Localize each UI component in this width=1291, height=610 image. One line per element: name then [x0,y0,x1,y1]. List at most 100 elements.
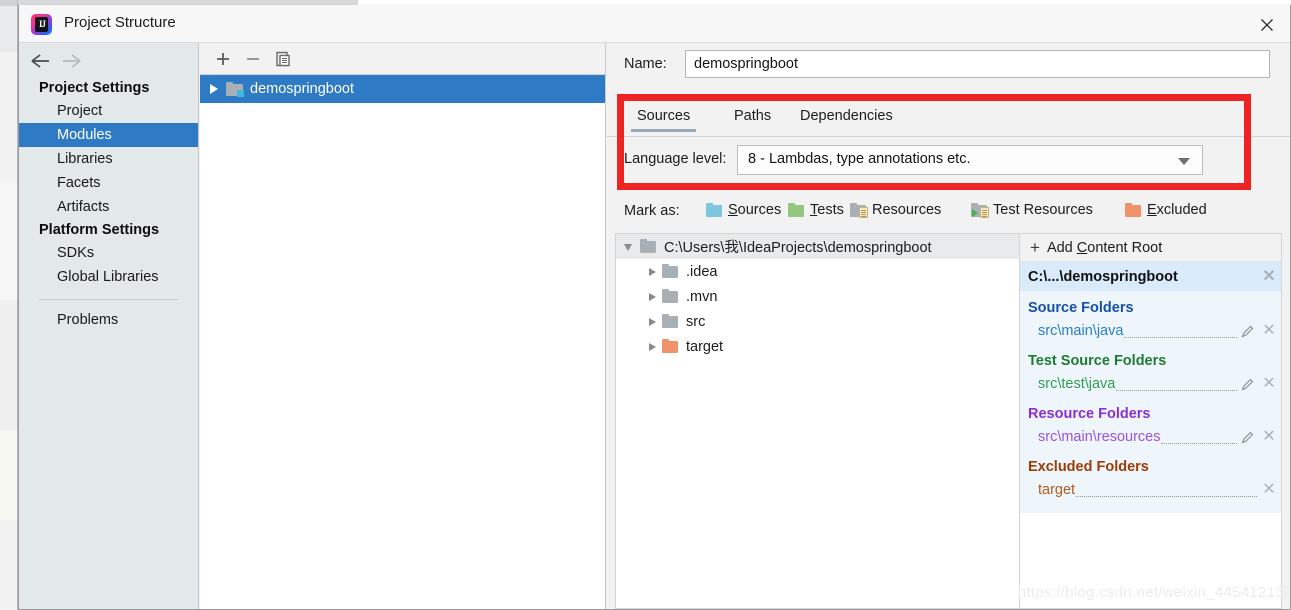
excluded-folder-icon [1125,202,1143,218]
sidebar-heading-platform-settings: Platform Settings [39,222,160,238]
group-heading-excluded-folders: Excluded Folders [1028,459,1149,475]
mark-as-resources-button[interactable]: Resources [850,202,941,218]
content-root-header[interactable]: C:\...\demospringboot ✕ [1020,262,1281,291]
tab-paths[interactable]: Paths [728,105,777,132]
test-resources-folder-icon [971,202,989,218]
excluded-folder-icon [662,339,680,354]
tree-row-label: target [686,338,724,355]
mark-as-resources-label: Resources [872,202,942,218]
dialog-titlebar: IJ Project Structure [19,5,1290,43]
mark-as-test-resources-button[interactable]: Test Resources [971,202,1093,218]
tree-row-idea[interactable]: .idea [616,259,1019,284]
mark-as-test-resources-label: Test Resources [993,202,1093,218]
tree-row-label: .idea [686,263,718,280]
module-name-row: Name: [607,43,1290,88]
pencil-icon[interactable] [1237,429,1257,445]
sources-lower-area: C:\Users\我\IdeaProjects\demospringboot .… [607,233,1290,609]
pencil-icon[interactable] [1237,376,1257,392]
copy-icon[interactable] [272,49,294,69]
minus-icon[interactable] [242,49,264,69]
content-root-path: C:\...\demospringboot [1028,268,1178,285]
module-folder-icon [226,81,244,97]
chevron-down-icon [1178,158,1190,165]
plus-icon: + [1030,237,1040,257]
module-name-label: Name: [624,56,667,72]
close-icon[interactable] [1244,5,1290,43]
group-heading-test-source-folders: Test Source Folders [1028,353,1167,369]
project-structure-dialog: IJ Project Structure Project Settings Pr… [18,5,1291,610]
module-detail-pane: Name: Sources Paths Dependencies Languag… [607,43,1290,609]
module-row-demospringboot[interactable]: demospringboot [200,75,605,103]
excluded-folder-path: target [1038,482,1076,498]
language-level-row: Language level: 8 - Lambdas, type annota… [607,143,1290,179]
folder-icon [640,239,658,254]
folder-icon [662,289,680,304]
chevron-right-icon[interactable] [644,314,660,330]
arrow-left-icon[interactable] [29,51,53,71]
resource-folder-path: src\main\resources [1038,429,1161,445]
tree-row-target[interactable]: target [616,334,1019,359]
tree-row-src[interactable]: src [616,309,1019,334]
settings-sidebar: Project Settings Project Modules Librari… [19,43,199,609]
close-icon[interactable]: ✕ [1257,424,1281,450]
sidebar-divider [39,299,178,300]
chevron-down-icon[interactable] [622,239,638,255]
sidebar-nav-arrows [19,43,198,77]
resources-folder-icon [850,202,868,218]
chevron-right-icon[interactable] [206,81,222,97]
entry-underline [1076,496,1257,497]
entry-underline [1116,390,1237,391]
source-folder-entry[interactable]: src\main\java ✕ [1020,318,1281,344]
intellij-idea-logo-icon: IJ [31,14,52,35]
mark-as-tests-button[interactable]: Tests [788,202,844,218]
mark-as-excluded-button[interactable]: Excluded [1125,202,1207,218]
sidebar-item-project[interactable]: Project [19,99,198,123]
background-ide-strip [0,0,18,610]
tab-dependencies[interactable]: Dependencies [794,105,899,132]
module-row-label: demospringboot [250,81,354,97]
page-title: Project Structure [64,14,176,31]
chevron-right-icon[interactable] [644,289,660,305]
add-content-root-button[interactable]: + Add Content Root [1020,234,1281,262]
plus-icon[interactable] [212,49,234,69]
test-source-folder-entry[interactable]: src\test\java ✕ [1020,371,1281,397]
arrow-right-icon[interactable] [59,51,83,71]
sidebar-item-modules[interactable]: Modules [19,123,198,147]
excluded-folder-entry[interactable]: target ✕ [1020,477,1281,503]
entry-underline [1161,443,1237,444]
entry-underline [1124,337,1237,338]
module-tabs: Sources Paths Dependencies [607,101,1290,137]
close-icon[interactable]: ✕ [1257,318,1281,344]
sidebar-item-sdks[interactable]: SDKs [19,241,198,265]
tree-row-mvn[interactable]: .mvn [616,284,1019,309]
sidebar-item-global-libraries[interactable]: Global Libraries [19,265,198,289]
tree-row-label: .mvn [686,288,718,305]
sidebar-item-problems[interactable]: Problems [19,308,198,332]
module-name-input[interactable] [685,50,1270,78]
close-icon[interactable]: ✕ [1257,477,1281,503]
dialog-body: Project Settings Project Modules Librari… [19,43,1290,609]
source-folder-path: src\main\java [1038,323,1124,339]
folder-icon [662,264,680,279]
tab-sources[interactable]: Sources [631,105,697,132]
content-root-file-tree[interactable]: C:\Users\我\IdeaProjects\demospringboot .… [615,233,1019,609]
sidebar-item-libraries[interactable]: Libraries [19,147,198,171]
close-icon[interactable]: ✕ [1257,264,1281,290]
language-level-dropdown[interactable]: 8 - Lambdas, type annotations etc. [737,145,1203,175]
sidebar-heading-project-settings: Project Settings [39,80,150,96]
resource-folder-entry[interactable]: src\main\resources ✕ [1020,424,1281,450]
mark-as-label: Mark as: [624,203,680,219]
tree-row-label: src [686,313,706,330]
sidebar-item-facets[interactable]: Facets [19,171,198,195]
mark-as-sources-button[interactable]: Sources [706,202,781,218]
close-icon[interactable]: ✕ [1257,371,1281,397]
mark-as-row: Mark as: Sources Tests Resources Test Re… [607,198,1290,230]
sidebar-item-artifacts[interactable]: Artifacts [19,195,198,219]
language-level-label: Language level: [624,151,727,167]
sources-folder-icon [706,202,724,218]
tree-row-root[interactable]: C:\Users\我\IdeaProjects\demospringboot [616,234,1019,259]
pencil-icon[interactable] [1237,323,1257,339]
language-level-value: 8 - Lambdas, type annotations etc. [748,151,971,167]
chevron-right-icon[interactable] [644,264,660,280]
chevron-right-icon[interactable] [644,339,660,355]
